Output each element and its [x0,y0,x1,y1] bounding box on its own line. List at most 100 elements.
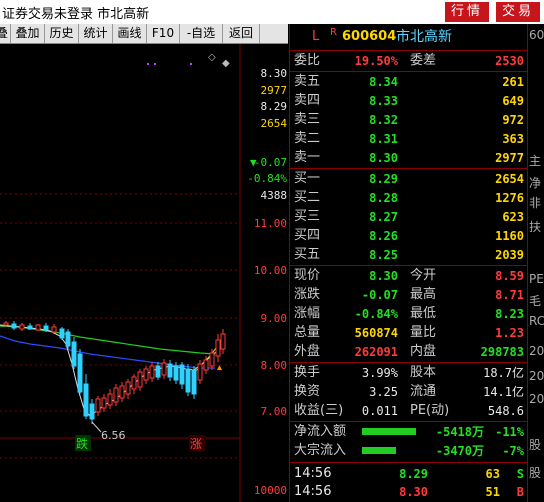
side-label: 股 [529,466,542,480]
grid-label-7: 7.00 [261,405,288,418]
bid-row[interactable]: 买五 8.25 2039 [290,246,528,264]
candle-body [143,368,149,381]
bid-row[interactable]: 买四 8.26 1160 [290,227,528,245]
header-letter: L [312,29,320,44]
candle-body [191,369,197,395]
side-label: 扶 [529,220,542,234]
axis-change: -0.07 [254,156,287,169]
ask-row[interactable]: 卖二 8.31 363 [290,130,528,148]
candle-body [203,359,209,371]
candle-body [209,352,215,367]
book-volume: 261 [502,75,524,89]
grid-label-10: 10.00 [254,264,287,277]
book-price: 8.29 [369,172,398,186]
ask-row[interactable]: 卖五 8.34 261 [290,73,528,91]
axis-ask-vol: 2977 [261,84,288,97]
side-label: 20 [529,369,544,383]
candle-body [149,365,155,379]
toolbar-watchlist[interactable]: -自选 [180,24,223,43]
side-label: 非 [529,196,542,210]
candle-body [215,339,221,357]
stat-row: 涨跌 -0.07 最高 8.71 [294,287,524,302]
toolbar-back[interactable]: 返回 [223,24,260,43]
toolbar-draw[interactable]: 画线 [113,24,147,43]
bid-row[interactable]: 买二 8.28 1276 [290,189,528,207]
rise-tag: 涨 [190,436,202,451]
candle-body [113,387,119,403]
book-price: 8.28 [369,191,398,205]
candle-body [35,324,41,331]
candle-body [3,322,9,326]
book-volume: 972 [502,113,524,127]
toolbar-fragment[interactable]: 叠 [0,24,11,43]
stat-value: 8.23 [495,307,524,321]
fall-tag: 跌 [76,436,88,451]
candle-body [71,341,77,367]
tick-side: B [516,485,524,499]
ask-row[interactable]: 卖三 8.32 972 [290,111,528,129]
ask-row[interactable]: 卖四 8.33 649 [290,92,528,110]
candle-body [101,397,107,409]
toolbar-stats[interactable]: 统计 [79,24,113,43]
fundamental-value: 3.25 [369,385,398,399]
side-label: 股 [529,438,542,452]
stat-row: 外盘 262091 内盘 298783 [294,344,524,359]
candle-body [161,362,167,376]
stat-value: -0.07 [361,288,398,302]
stat-value: 298783 [480,345,524,359]
candle-body [43,325,49,331]
volume-axis-label: 10000 [254,484,287,497]
diamond-marker: ◆ [222,58,230,69]
axis-change-pct: -0.84% [247,172,287,185]
book-price: 8.30 [369,151,398,165]
candle-body [167,363,173,378]
far-right-panel: 60 主净非扶 PE 毛 RC 20 20 20 股股 [527,24,544,502]
bid-row[interactable]: 买一 8.29 2654 [290,170,528,188]
tick-price: 8.29 [399,467,428,481]
candle-body [125,381,131,395]
axis-volume: 4388 [261,189,288,202]
stock-code: 600604 [342,29,397,44]
trade-button[interactable]: 交易 [496,2,540,22]
low-annotation: 6.56 [101,429,126,442]
tick-volume: 51 [485,485,500,499]
flow-bar [362,428,416,435]
tick-row: 14:56 8.29 63 S [294,466,524,481]
signal-dot [147,63,149,65]
axis-bid-price: 8.29 [261,100,288,113]
signal-dot [190,63,192,65]
book-price: 8.34 [369,75,398,89]
ask-row[interactable]: 卖一 8.30 2977 [290,149,528,167]
header-marker: R [330,27,337,38]
fundamental-value: 548.6 [487,404,524,418]
candle-body [155,365,161,378]
side-label: 20 [529,344,544,358]
candle-body [137,371,143,388]
book-volume: 2039 [495,248,524,262]
toolbar-f10[interactable]: F10 [147,24,180,43]
quote-panel: L R 600604 市北高新 委比 19.50% 委差 2530 卖五 8.34… [289,24,528,502]
grid-label-9: 9.00 [261,312,288,325]
price-chart[interactable]: ◇ ◆ 8.30 2977 8.29 2654 ▼ -0.07 -0.84% 4… [0,44,289,502]
grid-label-8: 8.00 [261,359,288,372]
candle-body [107,393,113,406]
diamond-marker: ◇ [208,52,216,63]
candle-body [65,331,71,347]
candle-body [77,353,83,393]
bid-row[interactable]: 买三 8.27 623 [290,208,528,226]
tick-volume: 63 [485,467,500,481]
book-price: 8.31 [369,132,398,146]
stat-value: 560874 [354,326,398,340]
toolbar-history[interactable]: 历史 [45,24,79,43]
side-label: 净 [529,176,542,190]
candle-body [89,403,95,420]
flow-amount: -5418万 [435,425,484,439]
stat-value: -0.84% [354,307,398,321]
toolbar-overlay[interactable]: 叠加 [11,24,45,43]
book-price: 8.33 [369,94,398,108]
candle-body [220,333,226,350]
quote-button[interactable]: 行情 [445,2,489,22]
login-status-text: 证券交易未登录 市北高新 [2,7,150,22]
low-annotation-pointer [91,421,102,433]
fund-flow-row: 净流入额 -5418万 -11% [294,424,524,439]
